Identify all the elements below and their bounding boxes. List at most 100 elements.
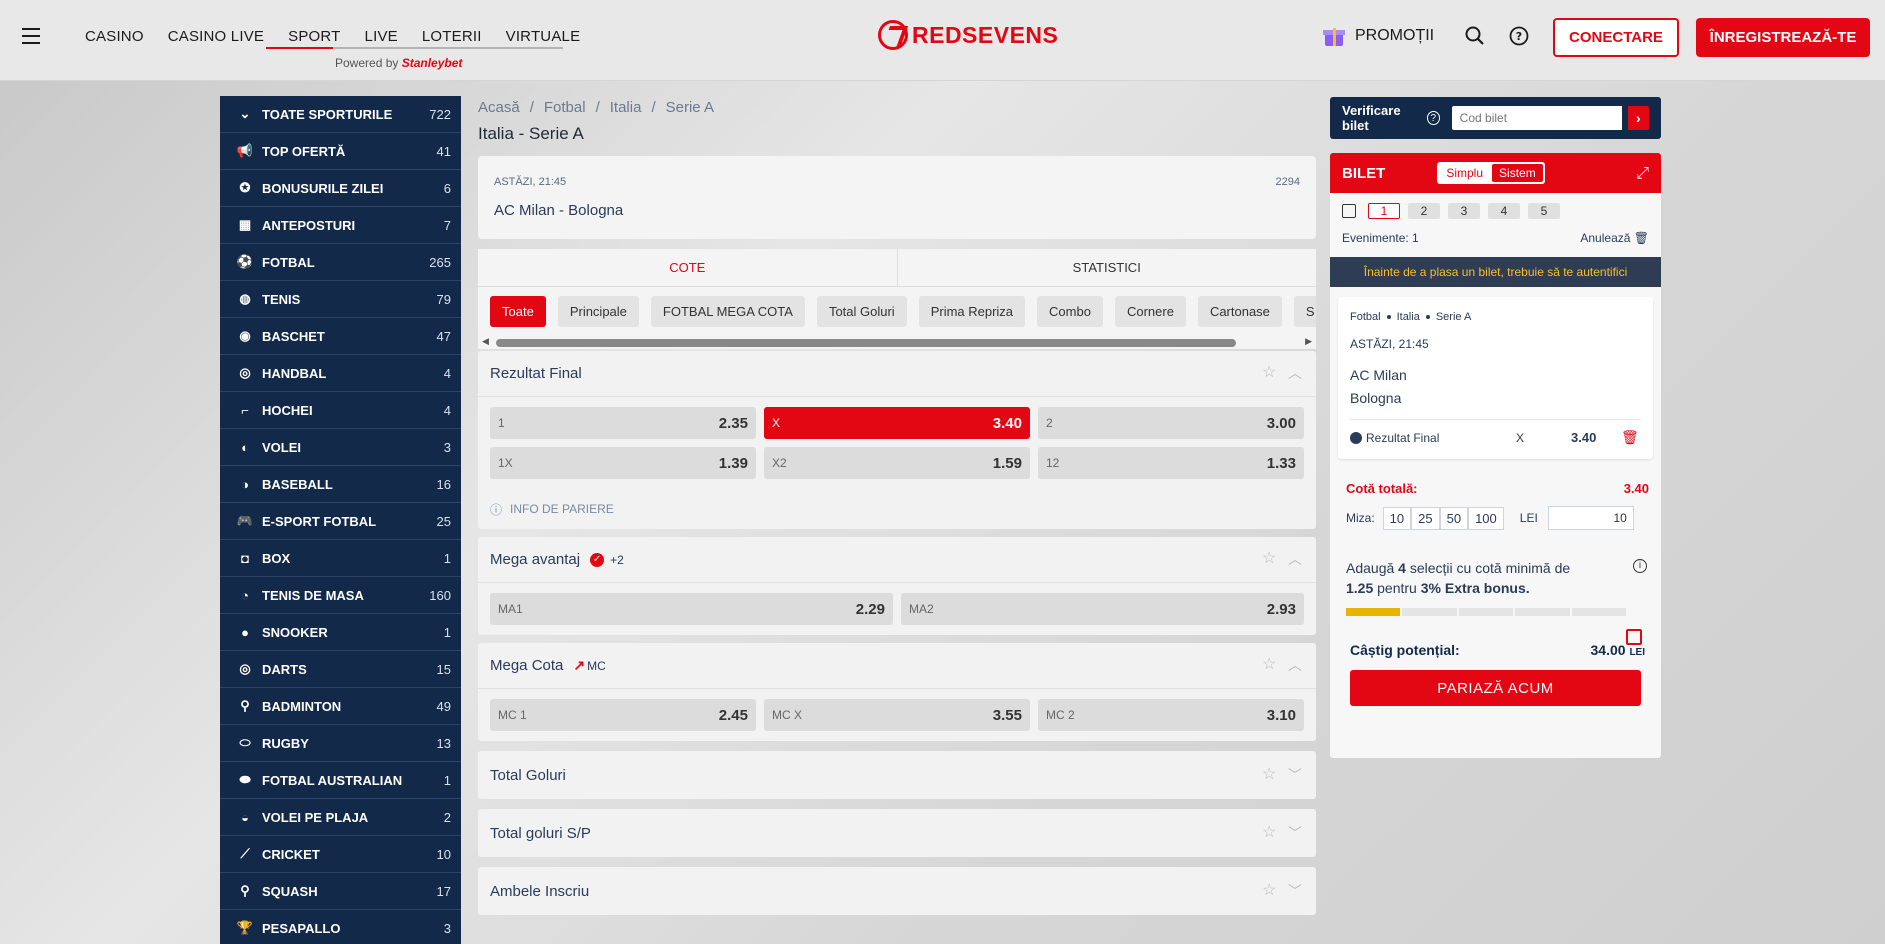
odd-button[interactable]: 2 3.00 [1038,407,1304,439]
odd-button[interactable]: X2 1.59 [764,447,1030,479]
market-header[interactable]: Rezultat Final ☆ ︿ [478,351,1316,397]
chip-more[interactable]: S [1293,295,1316,327]
chevron-up-icon[interactable]: ︿ [1288,551,1304,567]
sidebar-item-baseball[interactable]: ◑ BASEBALL 16 [220,466,461,503]
chip-principale[interactable]: Principale [557,295,639,327]
stake-preset-10[interactable]: 10 [1382,506,1412,530]
chevron-up-icon[interactable]: ︿ [1288,365,1304,381]
sidebar-item-cricket[interactable]: ⟋ CRICKET 10 [220,836,461,873]
slip-tab-4[interactable]: 4 [1488,203,1520,219]
nav-casino-live[interactable]: CASINO LIVE [168,28,264,45]
info-icon[interactable]: i [1633,559,1647,573]
odd-button[interactable]: MA1 2.29 [490,593,893,625]
scroll-left-icon[interactable]: ◀ [482,336,489,347]
login-button[interactable]: CONECTARE [1553,18,1679,57]
star-icon[interactable]: ☆ [1262,365,1278,381]
sidebar-item-snooker[interactable]: ● SNOOKER 1 [220,614,461,651]
chevron-down-icon[interactable]: ﹀ [1288,883,1304,899]
copy-icon[interactable] [1342,204,1356,218]
chip-cornere[interactable]: Cornere [1114,295,1186,327]
odd-button[interactable]: MC 2 3.10 [1038,699,1304,731]
menu-icon[interactable] [22,28,40,44]
sidebar-item-fotbal-australian[interactable]: ⬬ FOTBAL AUSTRALIAN 1 [220,762,461,799]
chip-prima-repriza[interactable]: Prima Repriza [918,295,1026,327]
scroll-right-icon[interactable]: ▶ [1305,336,1312,347]
sidebar-item-volei-pe-plaja[interactable]: ◒ VOLEI PE PLAJA 2 [220,799,461,836]
stake-preset-100[interactable]: 100 [1468,506,1504,530]
mode-simplu[interactable]: Simplu [1439,164,1490,182]
slip-tab-5[interactable]: 5 [1528,203,1560,219]
expand-icon[interactable]: ⤢ [1636,165,1649,183]
market-total-goluri[interactable]: Total Goluri ☆ ﹀ [478,751,1316,799]
stake-input[interactable] [1547,506,1634,530]
odd-button[interactable]: MC 1 2.45 [490,699,756,731]
nav-virtuale[interactable]: VIRTUALE [506,28,581,45]
chip-total-goluri[interactable]: Total Goluri [816,295,907,327]
sidebar-item-badminton[interactable]: ⚲ BADMINTON 49 [220,688,461,725]
sidebar-item-toate-sporturile[interactable]: ⌄ TOATE SPORTURILE 722 [220,96,461,133]
sidebar-item-tenis-de-masa[interactable]: ◔ TENIS DE MASA 160 [220,577,461,614]
tab-statistici[interactable]: STATISTICI [898,249,1317,286]
odd-button-selected[interactable]: X 3.40 [764,407,1030,439]
breadcrumb-italia[interactable]: Italia [610,99,642,116]
trash-icon[interactable]: 🗑 [1621,429,1639,446]
market-ambele-inscriu[interactable]: Ambele Inscriu ☆ ﹀ [478,867,1316,915]
nav-casino[interactable]: CASINO [85,28,144,45]
stake-preset-50[interactable]: 50 [1439,506,1469,530]
sidebar-item-bonusurile-zilei[interactable]: ✪ BONUSURILE ZILEI 6 [220,170,461,207]
market-header[interactable]: Mega avantaj ✓ +2 ☆ ︿ [478,537,1316,583]
breadcrumb-home[interactable]: Acasă [478,99,520,116]
help-icon[interactable]: ? [1427,111,1440,125]
betting-info-link[interactable]: ⓘ INFO DE PARIERE [478,489,1316,529]
chip-toate[interactable]: Toate [490,295,546,327]
tab-cote[interactable]: COTE [478,249,898,286]
market-total-goluri-sp[interactable]: Total goluri S/P ☆ ﹀ [478,809,1316,857]
sidebar-item-hochei[interactable]: ⌐ HOCHEI 4 [220,392,461,429]
chip-fotbal-mega-cota[interactable]: FOTBAL MEGA COTA [650,295,805,327]
ticket-code-input[interactable] [1451,106,1622,130]
sidebar-item-pesapallo[interactable]: 🏆 PESAPALLO 3 [220,910,461,944]
breadcrumb-serie-a[interactable]: Serie A [666,99,714,116]
slip-tab-1[interactable]: 1 [1368,203,1400,219]
star-icon[interactable]: ☆ [1262,767,1278,783]
verify-submit-button[interactable]: › [1627,106,1649,130]
nav-loterii[interactable]: LOTERII [422,28,482,45]
odd-button[interactable]: MA2 2.93 [901,593,1304,625]
sidebar-item-top-ofertă[interactable]: 📢 TOP OFERTĂ 41 [220,133,461,170]
cancel-button[interactable]: Anulează 🗑 [1580,231,1649,245]
scroll-thumb[interactable] [496,339,1236,347]
sidebar-item-darts[interactable]: ◎ DARTS 15 [220,651,461,688]
sidebar-item-tenis[interactable]: ◍ TENIS 79 [220,281,461,318]
sidebar-item-baschet[interactable]: ◉ BASCHET 47 [220,318,461,355]
nav-live[interactable]: LIVE [365,28,398,45]
sidebar-item-handbal[interactable]: ◎ HANDBAL 4 [220,355,461,392]
odd-button[interactable]: MC X 3.55 [764,699,1030,731]
chevron-down-icon[interactable]: ﹀ [1288,767,1304,783]
sidebar-item-fotbal[interactable]: ⚽ FOTBAL 265 [220,244,461,281]
star-icon[interactable]: ☆ [1262,551,1278,567]
stake-preset-25[interactable]: 25 [1411,506,1440,530]
odd-button[interactable]: 1X 1.39 [490,447,756,479]
sidebar-item-anteposturi[interactable]: ▦ ANTEPOSTURI 7 [220,207,461,244]
market-header[interactable]: Mega Cota ↗ MC ☆ ︿ [478,643,1316,689]
star-icon[interactable]: ☆ [1262,883,1278,899]
promo-link[interactable]: PROMOȚII [1323,25,1434,47]
chevron-up-icon[interactable]: ︿ [1288,657,1304,673]
slip-tab-3[interactable]: 3 [1448,203,1480,219]
sidebar-item-squash[interactable]: ⚲ SQUASH 17 [220,873,461,910]
odd-button[interactable]: 1 2.35 [490,407,756,439]
breadcrumb-fotbal[interactable]: Fotbal [544,99,586,116]
register-button[interactable]: ÎNREGISTREAZĂ-TE [1696,18,1870,57]
odd-button[interactable]: 12 1.33 [1038,447,1304,479]
star-icon[interactable]: ☆ [1262,657,1278,673]
place-bet-button[interactable]: PARIAZĂ ACUM [1350,670,1641,706]
star-icon[interactable]: ☆ [1262,825,1278,841]
help-icon[interactable]: ? [1508,25,1530,47]
mode-sistem[interactable]: Sistem [1492,164,1543,182]
sidebar-item-e-sport-fotbal[interactable]: 🎮 E-SPORT FOTBAL 25 [220,503,461,540]
slip-tab-2[interactable]: 2 [1408,203,1440,219]
chips-scrollbar[interactable]: ◀ ▶ [478,335,1316,349]
sidebar-item-rugby[interactable]: ⬭ RUGBY 13 [220,725,461,762]
logo[interactable]: REDSEVENS [878,20,1058,50]
nav-sport[interactable]: SPORT [288,28,340,45]
